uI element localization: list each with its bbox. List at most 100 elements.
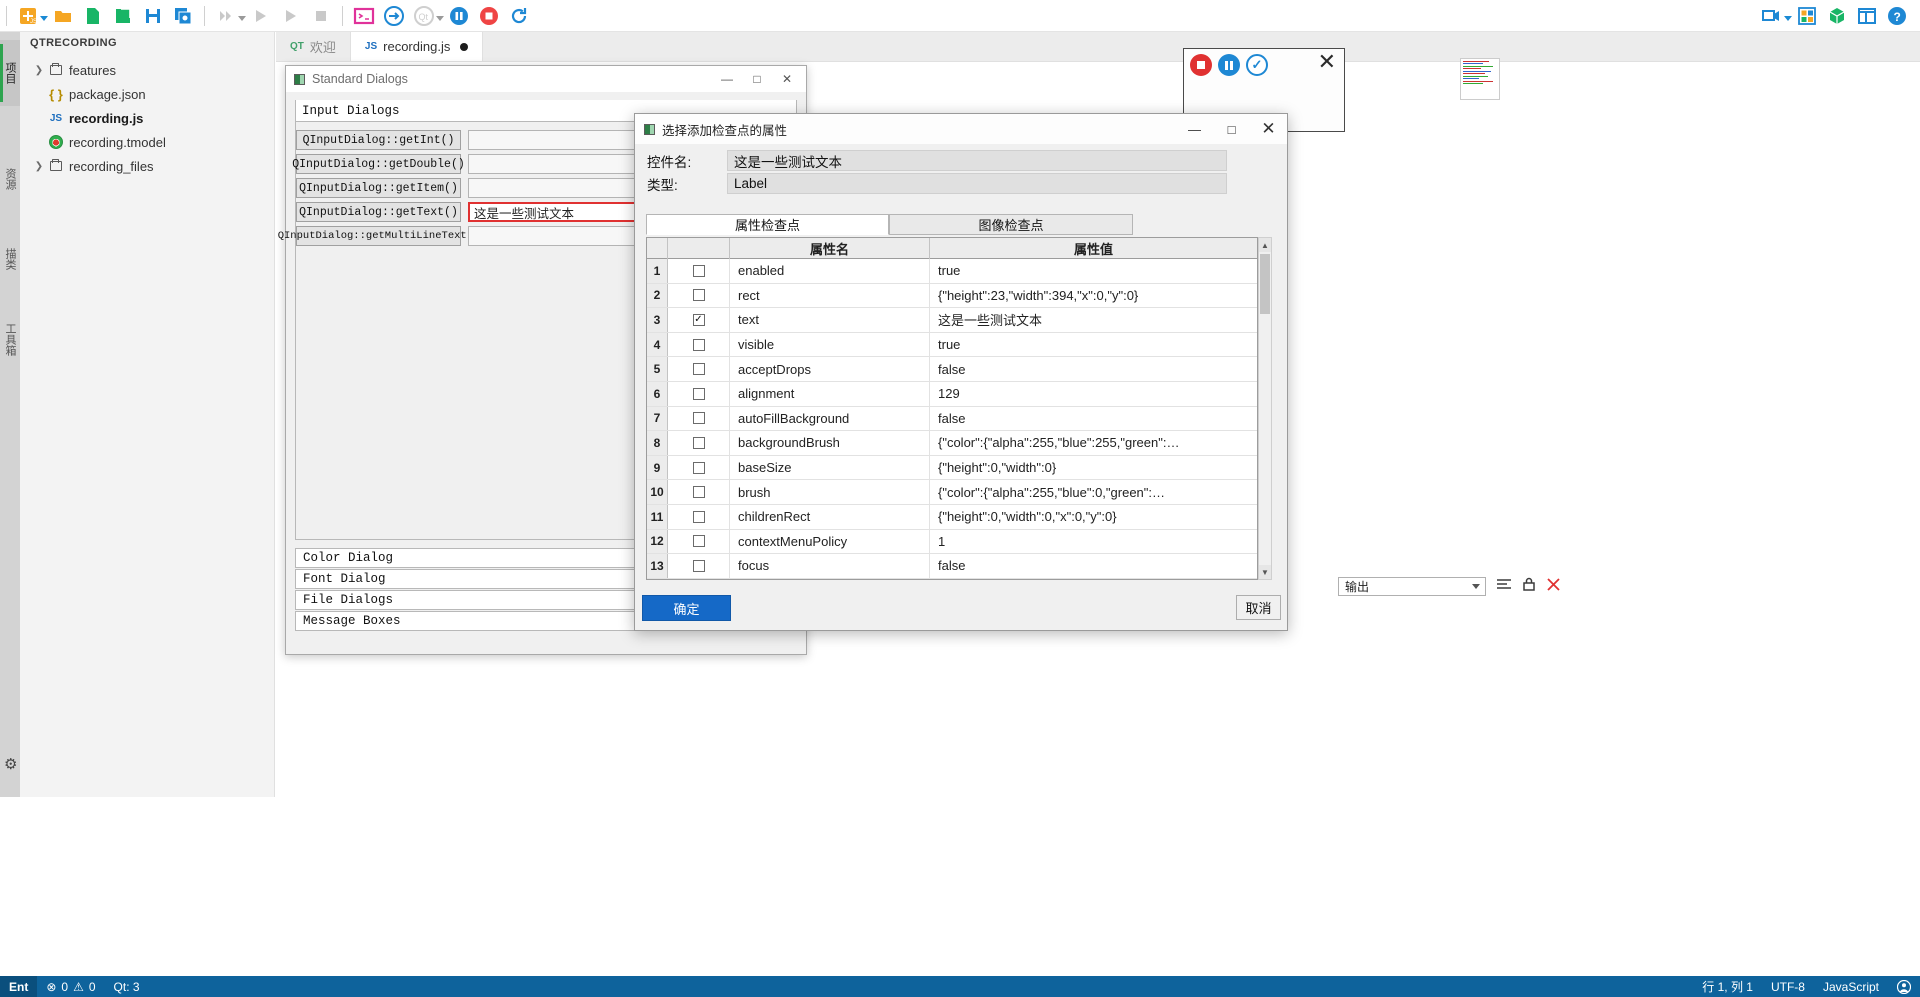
table-row[interactable]: 8 backgroundBrush {"color":{"alpha":255,"b… (647, 431, 1257, 456)
stop-icon[interactable] (306, 2, 336, 30)
output-select[interactable]: 输出 (1338, 576, 1486, 596)
checkbox[interactable] (692, 461, 705, 474)
status-problems[interactable]: ⊗ 0 ⚠ 0 (37, 976, 104, 997)
table-row[interactable]: 3 ✓ text 这是一些测试文本 (647, 308, 1257, 333)
confirm-record-button[interactable]: ✓ (1246, 54, 1268, 76)
run-js-icon[interactable] (276, 2, 306, 30)
run-debug-icon[interactable] (246, 2, 276, 30)
table-row[interactable]: 10 brush {"color":{"alpha":255,"blue":0,"g… (647, 480, 1257, 505)
close-button[interactable]: ✕ (1250, 114, 1287, 144)
save-all-icon[interactable] (168, 2, 198, 30)
getdouble-button[interactable]: QInputDialog::getDouble() (292, 154, 465, 174)
close-panel-icon[interactable] (1546, 577, 1561, 595)
checkbox[interactable] (692, 338, 705, 351)
attach-icon[interactable] (379, 2, 409, 30)
close-button[interactable]: ✕ (772, 66, 802, 92)
new-file-icon[interactable] (78, 2, 108, 30)
new-script-icon[interactable]: JS (13, 2, 43, 30)
help-icon[interactable]: ? (1882, 2, 1912, 30)
tab-recording-js[interactable]: JS recording.js (350, 32, 484, 61)
stop-record-button[interactable] (1190, 54, 1212, 76)
gettext-button[interactable]: QInputDialog::getText() (296, 202, 461, 222)
pause-record-button[interactable] (1218, 54, 1240, 76)
checkbox[interactable]: ✓ (692, 313, 705, 326)
row-checkbox-cell (668, 406, 730, 431)
table-row[interactable]: 7 autoFillBackground false (647, 406, 1257, 432)
chevron-right-icon[interactable]: ❯ (32, 65, 46, 76)
activity-item-toolbox[interactable]: 工具箱 (0, 306, 20, 372)
status-language[interactable]: JavaScript (1814, 976, 1888, 997)
panel-toggle-icon[interactable] (1852, 2, 1882, 30)
stop-record-icon[interactable] (474, 2, 504, 30)
js-file-icon: JS (49, 112, 63, 124)
status-cursor-position[interactable]: 行 1, 列 1 (1693, 976, 1762, 997)
status-account[interactable] (1888, 976, 1920, 997)
scrollbar-thumb[interactable] (1260, 254, 1270, 314)
settings-gear-icon[interactable]: ⚙ (4, 755, 17, 773)
lock-icon[interactable] (1522, 577, 1536, 595)
table-row[interactable]: 9 baseSize {"height":0,"width":0} (647, 455, 1257, 481)
error-icon: ⊗ (46, 979, 57, 994)
terminal-icon[interactable] (349, 2, 379, 30)
checkbox[interactable] (692, 387, 705, 400)
refresh-icon[interactable] (504, 2, 534, 30)
section-label: Color Dialog (303, 551, 394, 565)
open-folder-icon[interactable] (48, 2, 78, 30)
tab-image-checkpoint[interactable]: 图像检查点 (889, 214, 1133, 235)
table-row[interactable]: 2 rect {"height":23,"width":394,"x":0,"y":… (647, 283, 1257, 309)
cancel-button[interactable]: 取消 (1236, 595, 1281, 620)
minimize-button[interactable]: — (712, 66, 742, 92)
checkbox[interactable] (692, 436, 705, 449)
table-row[interactable]: 1 enabled true (647, 259, 1257, 284)
tree-item-package-json[interactable]: ❯ { } package.json (20, 82, 274, 106)
maximize-button[interactable]: □ (742, 66, 772, 92)
activity-item-project[interactable]: 项目 (0, 40, 20, 106)
table-row[interactable]: 5 acceptDrops false (647, 357, 1257, 382)
minimize-button[interactable]: — (1176, 114, 1213, 144)
chevron-right-icon[interactable]: ❯ (32, 161, 46, 172)
run-all-icon[interactable] (211, 2, 241, 30)
open-file-icon[interactable] (108, 2, 138, 30)
table-row[interactable]: 4 visible true (647, 332, 1257, 358)
pause-record-icon[interactable] (444, 2, 474, 30)
checkbox[interactable] (692, 510, 705, 523)
tab-welcome[interactable]: QT 欢迎 (276, 32, 351, 61)
table-row[interactable]: 11 childrenRect {"height":0,"width":0,"x":… (647, 504, 1257, 530)
activity-item-scan[interactable]: 描类 (0, 226, 20, 292)
checkbox[interactable] (692, 486, 705, 499)
checkbox[interactable] (692, 363, 705, 376)
tree-item-recording-tmodel[interactable]: ❯ recording.tmodel (20, 130, 274, 154)
table-row[interactable]: 13 focus false (647, 554, 1257, 579)
getitem-button[interactable]: QInputDialog::getItem() (296, 178, 461, 198)
maximize-button[interactable]: □ (1213, 114, 1250, 144)
checkbox[interactable] (692, 559, 705, 572)
checkbox[interactable] (692, 412, 705, 425)
checkbox[interactable] (692, 289, 705, 302)
status-ent[interactable]: Ent (0, 976, 38, 997)
record-camera-icon[interactable] (1757, 2, 1787, 30)
getint-button[interactable]: QInputDialog::getInt() (296, 130, 461, 150)
tree-item-recording-js[interactable]: ❯ JS recording.js (20, 106, 274, 130)
package-icon[interactable] (1822, 2, 1852, 30)
save-icon[interactable] (138, 2, 168, 30)
clear-output-icon[interactable] (1496, 578, 1512, 595)
table-row[interactable]: 12 contextMenuPolicy 1 (647, 529, 1257, 555)
layout-grid-icon[interactable] (1792, 2, 1822, 30)
close-overlay-button[interactable]: ✕ (1318, 49, 1344, 73)
checkbox[interactable] (692, 535, 705, 548)
chevron-down-icon[interactable] (1472, 583, 1480, 589)
activity-item-resources[interactable]: 资源 (0, 146, 20, 212)
tab-property-checkpoint[interactable]: 属性检查点 (646, 214, 889, 235)
property-table-scrollbar[interactable]: ▲ ▼ (1258, 237, 1272, 580)
getmultilinetext-button[interactable]: QInputDialog::getMultiLineText() (278, 226, 479, 246)
status-qt[interactable]: Qt: 3 (105, 976, 149, 997)
tree-item-recording-files[interactable]: ❯ recording_files (20, 154, 274, 178)
status-encoding[interactable]: UTF-8 (1762, 976, 1814, 997)
qt-icon[interactable]: Qt (409, 2, 439, 30)
tree-item-features[interactable]: ❯ features (20, 58, 274, 82)
scroll-up-icon[interactable]: ▲ (1259, 238, 1271, 252)
ok-button[interactable]: 确定 (642, 595, 731, 621)
scroll-down-icon[interactable]: ▼ (1259, 565, 1271, 579)
table-row[interactable]: 6 alignment 129 (647, 381, 1257, 407)
checkbox[interactable] (692, 264, 705, 277)
